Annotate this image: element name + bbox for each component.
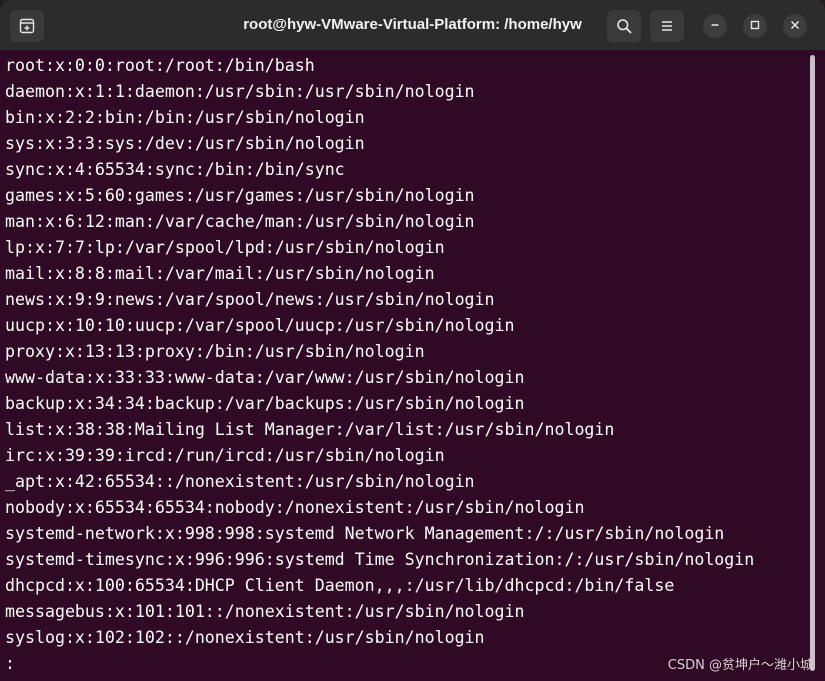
terminal-line: www-data:x:33:33:www-data:/var/www:/usr/… [5, 368, 525, 387]
search-icon [616, 18, 632, 34]
terminal-line: news:x:9:9:news:/var/spool/news:/usr/sbi… [5, 290, 495, 309]
terminal-window: root@hyw-VMware-Virtual-Platform: /home/… [0, 0, 825, 681]
terminal-line: bin:x:2:2:bin:/bin:/usr/sbin/nologin [5, 108, 365, 127]
terminal-line: nobody:x:65534:65534:nobody:/nonexistent… [5, 498, 585, 517]
minimize-button[interactable] [703, 14, 727, 38]
terminal-line: mail:x:8:8:mail:/var/mail:/usr/sbin/nolo… [5, 264, 435, 283]
watermark: CSDN @贫坤户～潍小城 [667, 658, 813, 673]
menu-button[interactable] [650, 10, 684, 42]
terminal-line: sys:x:3:3:sys:/dev:/usr/sbin/nologin [5, 134, 365, 153]
maximize-button[interactable] [743, 14, 767, 38]
terminal-line: backup:x:34:34:backup:/var/backups:/usr/… [5, 394, 525, 413]
terminal-line: sync:x:4:65534:sync:/bin:/bin/sync [5, 160, 345, 179]
close-icon [790, 17, 800, 35]
scrollbar[interactable] [810, 55, 815, 671]
close-button[interactable] [783, 14, 807, 38]
minimize-icon [710, 17, 720, 35]
terminal-line: systemd-timesync:x:996:996:systemd Time … [5, 550, 755, 569]
terminal-line: syslog:x:102:102::/nonexistent:/usr/sbin… [5, 628, 485, 647]
maximize-icon [750, 17, 760, 35]
new-tab-button[interactable] [10, 10, 44, 42]
search-button[interactable] [607, 10, 641, 42]
terminal-line: man:x:6:12:man:/var/cache/man:/usr/sbin/… [5, 212, 475, 231]
terminal-line: messagebus:x:101:101::/nonexistent:/usr/… [5, 602, 525, 621]
terminal-line: daemon:x:1:1:daemon:/usr/sbin:/usr/sbin/… [5, 82, 475, 101]
terminal-line: _apt:x:42:65534::/nonexistent:/usr/sbin/… [5, 472, 475, 491]
terminal-line: irc:x:39:39:ircd:/run/ircd:/usr/sbin/nol… [5, 446, 445, 465]
window-title: root@hyw-VMware-Virtual-Platform: /home/… [243, 16, 582, 33]
terminal-line: systemd-network:x:998:998:systemd Networ… [5, 524, 725, 543]
terminal-output[interactable]: root:x:0:0:root:/root:/bin/bash daemon:x:… [0, 50, 811, 681]
title-bar[interactable]: root@hyw-VMware-Virtual-Platform: /home/… [0, 0, 825, 50]
terminal-line: games:x:5:60:games:/usr/games:/usr/sbin/… [5, 186, 475, 205]
terminal-line: uucp:x:10:10:uucp:/var/spool/uucp:/usr/s… [5, 316, 515, 335]
terminal-line: lp:x:7:7:lp:/var/spool/lpd:/usr/sbin/nol… [5, 238, 445, 257]
terminal-line: proxy:x:13:13:proxy:/bin:/usr/sbin/nolog… [5, 342, 425, 361]
new-tab-icon [19, 18, 35, 34]
hamburger-menu-icon [660, 19, 674, 33]
terminal-line: dhcpcd:x:100:65534:DHCP Client Daemon,,,… [5, 576, 675, 595]
terminal-line: root:x:0:0:root:/root:/bin/bash [5, 56, 315, 75]
terminal-line: list:x:38:38:Mailing List Manager:/var/l… [5, 420, 615, 439]
